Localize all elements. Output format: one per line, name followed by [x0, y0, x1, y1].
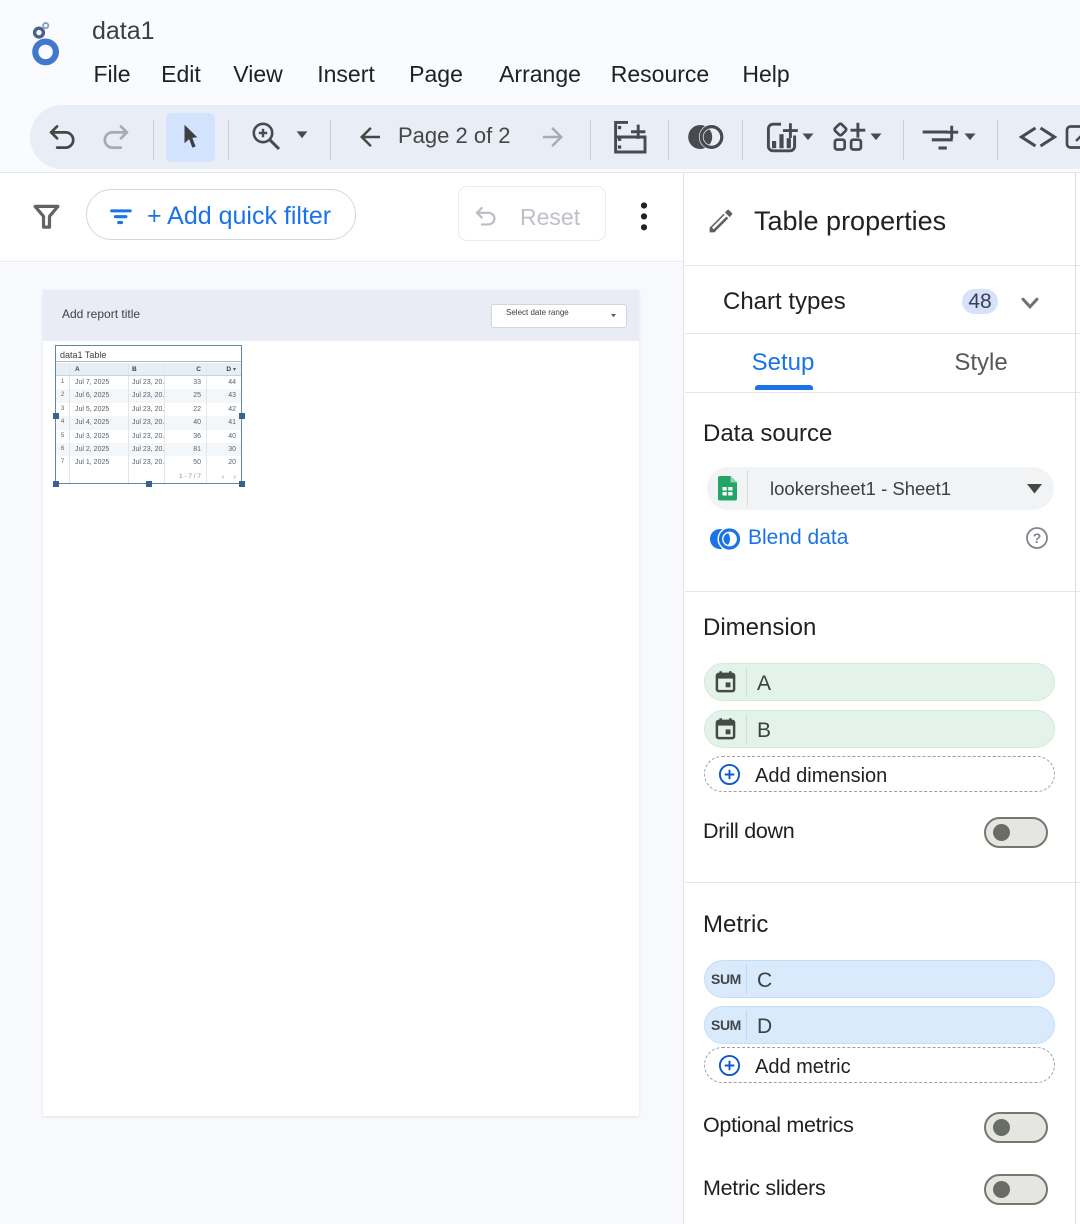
svg-text:?: ?	[1033, 530, 1042, 546]
